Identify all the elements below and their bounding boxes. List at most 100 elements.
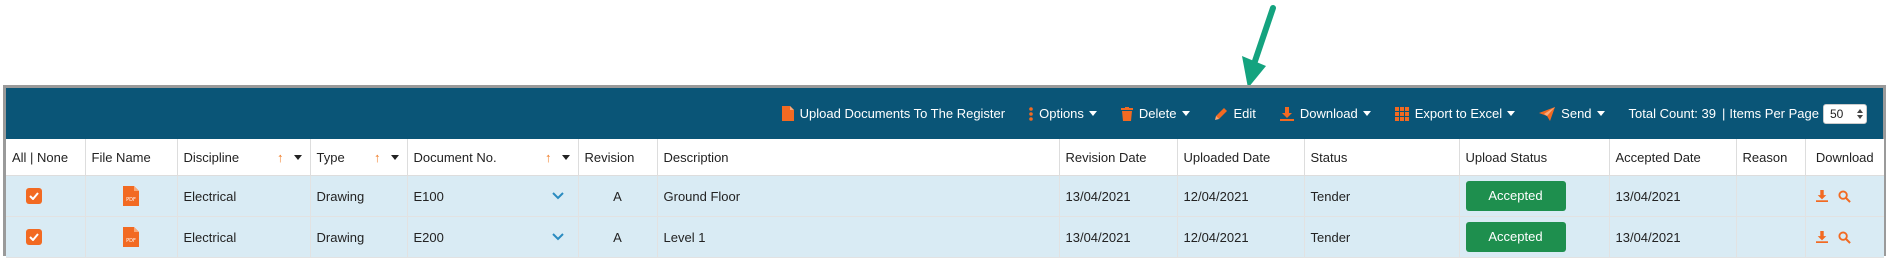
download-icon[interactable] [1815,231,1828,243]
type-header-label: Type [316,149,345,165]
document-no-header[interactable]: Document No. ↑ [407,139,579,176]
revision-date-cell: 13/04/2021 [1059,216,1178,258]
paper-plane-icon [1539,106,1556,121]
download-cell [1805,175,1884,217]
chevron-down-icon [1181,111,1190,116]
document-register-panel: Upload Documents To The Register Options… [3,85,1886,258]
options-dropdown[interactable]: Options [1029,106,1097,121]
download-cell [1805,216,1884,258]
annotation-arrow-icon [1242,5,1276,88]
type-cell: Drawing [310,216,408,258]
discipline-cell: Electrical [177,175,311,217]
chevron-down-icon [1362,111,1371,116]
file-cell: PDF [85,175,178,217]
uploaded-date-header: Uploaded Date [1177,139,1305,176]
checkmark-icon [29,233,39,241]
table-row[interactable]: PDF Electrical Drawing E200 A Level 1 13… [6,216,1884,258]
status-cell: Tender [1304,216,1460,258]
file-icon [781,106,794,121]
edit-label: Edit [1233,106,1256,121]
download-label: Download [1299,106,1358,121]
document-no-cell: E200 [407,216,579,258]
document-no-value: E200 [413,229,444,245]
upload-status-header: Upload Status [1459,139,1610,176]
document-no-value: E100 [413,188,444,204]
accepted-date-cell: 13/04/2021 [1609,216,1737,258]
vertical-dots-icon [1029,106,1033,121]
uploaded-date-cell: 12/04/2021 [1177,216,1305,258]
spinner-icon [1857,108,1863,119]
export-excel-dropdown[interactable]: Export to Excel [1394,106,1516,121]
file-cell: PDF [85,216,178,258]
grid-icon [1394,106,1409,121]
uploaded-date-cell: 12/04/2021 [1177,175,1305,217]
description-cell: Ground Floor [657,175,1060,217]
status-cell: Tender [1304,175,1460,217]
chevron-down-icon[interactable] [551,233,564,241]
table-header-row: All | None File Name Discipline ↑ Type ↑ D… [6,139,1884,176]
toolbar: Upload Documents To The Register Options… [6,88,1883,139]
select-cell [6,216,86,258]
status-badge: Accepted [1465,181,1566,211]
pdf-icon[interactable]: PDF [123,186,139,206]
revision-date-cell: 13/04/2021 [1059,175,1178,217]
upload-documents-button[interactable]: Upload Documents To The Register [781,106,1006,121]
sort-arrow-icon[interactable]: ↑ [374,150,381,165]
document-no-cell: E100 [407,175,579,217]
table-row[interactable]: PDF Electrical Drawing E100 A Ground Flo… [6,175,1884,217]
discipline-header[interactable]: Discipline ↑ [177,139,311,176]
file-name-header: File Name [85,139,178,176]
status-badge: Accepted [1465,222,1566,252]
delete-dropdown[interactable]: Delete [1120,106,1190,121]
sort-arrow-icon[interactable]: ↑ [277,150,284,165]
filter-dropdown-icon[interactable] [390,154,399,160]
items-per-page-label: Items Per Page [1729,106,1819,121]
row-checkbox[interactable] [26,229,42,245]
total-count: Total Count: 39 [1628,106,1716,121]
filter-dropdown-icon[interactable] [561,154,570,160]
accepted-date-cell: 13/04/2021 [1609,175,1737,217]
download-header: Download [1805,139,1884,176]
items-per-page-select[interactable]: 50 [1823,103,1867,124]
pencil-icon [1214,107,1227,120]
items-per-page-value: 50 [1830,106,1844,121]
document-table: All | None File Name Discipline ↑ Type ↑ D… [6,139,1884,258]
document-no-header-label: Document No. [413,149,497,165]
sort-arrow-icon[interactable]: ↑ [545,150,552,165]
accepted-date-header: Accepted Date [1609,139,1737,176]
options-label: Options [1039,106,1084,121]
reason-cell [1736,216,1806,258]
revision-header: Revision [578,139,658,176]
upload-status-cell: Accepted [1459,216,1610,258]
send-dropdown[interactable]: Send [1539,106,1605,121]
reason-cell [1736,175,1806,217]
upload-status-cell: Accepted [1459,175,1610,217]
upload-documents-label: Upload Documents To The Register [799,106,1006,121]
select-all-none-header[interactable]: All | None [6,139,86,176]
filter-dropdown-icon[interactable] [293,154,302,160]
revision-date-header: Revision Date [1059,139,1178,176]
status-header: Status [1304,139,1460,176]
toolbar-separator: | [1722,106,1726,121]
revision-cell: A [578,175,658,217]
edit-button[interactable]: Edit [1214,106,1256,121]
chevron-down-icon [1507,111,1516,116]
chevron-down-icon [1088,111,1097,116]
search-icon[interactable] [1837,189,1851,203]
checkmark-icon [29,192,39,200]
description-header: Description [657,139,1060,176]
row-checkbox[interactable] [26,188,42,204]
revision-cell: A [578,216,658,258]
trash-icon [1120,106,1133,121]
search-icon[interactable] [1837,230,1851,244]
download-icon[interactable] [1815,190,1828,202]
type-cell: Drawing [310,175,408,217]
svg-text:PDF: PDF [126,197,136,203]
chevron-down-icon[interactable] [551,192,564,200]
description-cell: Level 1 [657,216,1060,258]
svg-text:PDF: PDF [126,238,136,244]
pdf-icon[interactable]: PDF [123,227,139,247]
type-header[interactable]: Type ↑ [310,139,408,176]
download-dropdown[interactable]: Download [1279,106,1371,121]
select-cell [6,175,86,217]
